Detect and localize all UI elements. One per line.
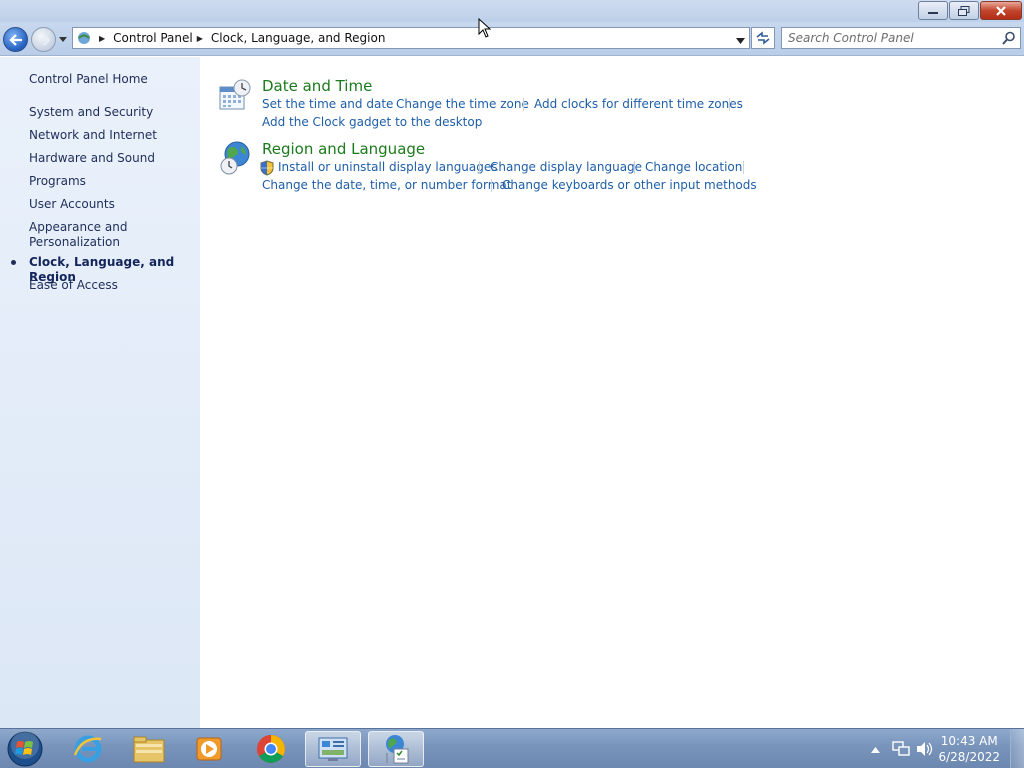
window-titlebar [0, 0, 1024, 22]
clock-date: 6/28/2022 [938, 750, 1000, 764]
forward-arrow-icon [37, 33, 50, 46]
back-button[interactable] [3, 27, 28, 52]
forward-button[interactable] [31, 27, 56, 52]
sidebar: Control Panel Home System and Security N… [0, 57, 200, 728]
back-arrow-icon [8, 33, 22, 46]
task-separator [634, 161, 635, 174]
media-player-icon [196, 737, 222, 761]
sidebar-control-panel-home[interactable]: Control Panel Home [29, 72, 194, 87]
navigation-bar: ▶ Control Panel ▶ Clock, Language, and R… [0, 22, 1024, 56]
uac-shield-icon [260, 160, 274, 179]
sidebar-item-user-accounts[interactable]: User Accounts [29, 197, 194, 212]
taskbar-chrome[interactable] [243, 731, 299, 767]
restore-icon [958, 5, 970, 16]
taskbar-file-explorer[interactable] [121, 731, 177, 767]
chevron-down-icon [59, 36, 67, 42]
show-hidden-icons-button[interactable] [871, 743, 880, 757]
sidebar-item-programs[interactable]: Programs [29, 174, 194, 189]
search-icon[interactable] [1002, 31, 1016, 48]
category-title-date-time[interactable]: Date and Time [262, 77, 372, 95]
sidebar-item-system-security[interactable]: System and Security [29, 105, 194, 120]
globe-clock-icon[interactable] [218, 141, 254, 180]
address-bar[interactable]: ▶ Control Panel ▶ Clock, Language, and R… [72, 27, 750, 49]
close-button[interactable] [980, 1, 1022, 20]
sidebar-item-ease-of-access[interactable]: Ease of Access [29, 278, 194, 293]
control-panel-icon [318, 737, 348, 761]
search-input[interactable] [788, 30, 998, 46]
task-add-clock-gadget[interactable]: Add the Clock gadget to the desktop [262, 115, 482, 129]
chevron-down-icon [736, 38, 745, 44]
taskbar-control-panel[interactable] [305, 731, 361, 767]
task-add-clocks[interactable]: Add clocks for different time zones [534, 97, 743, 111]
category-title-region-language[interactable]: Region and Language [262, 140, 425, 158]
taskbar-media-player[interactable] [181, 731, 237, 767]
main-content: Date and Time Set the time and date Chan… [200, 57, 1024, 728]
file-explorer-icon [133, 736, 165, 763]
refresh-button[interactable] [751, 27, 775, 49]
show-desktop-button[interactable] [1010, 729, 1024, 768]
internet-explorer-icon [73, 735, 102, 763]
task-change-keyboards[interactable]: Change keyboards or other input methods [502, 178, 757, 192]
control-panel-location-icon [73, 28, 95, 48]
window-controls [918, 1, 1022, 20]
mouse-cursor-icon [478, 17, 492, 41]
breadcrumb-separator-icon[interactable]: ▶ [99, 34, 105, 43]
refresh-icon [756, 31, 770, 45]
task-set-time-date[interactable]: Set the time and date [262, 97, 393, 111]
sidebar-item-network-internet[interactable]: Network and Internet [29, 128, 194, 143]
calendar-clock-icon[interactable] [218, 79, 252, 114]
breadcrumb-clock-language-region[interactable]: Clock, Language, and Region [211, 31, 386, 45]
breadcrumb-separator-icon[interactable]: ▶ [197, 34, 203, 43]
task-separator [743, 161, 744, 174]
breadcrumb-control-panel[interactable]: Control Panel [113, 31, 193, 45]
taskbar-clock[interactable]: 10:43 AM 6/28/2022 [938, 733, 1000, 765]
chrome-icon [257, 735, 285, 763]
start-button[interactable] [5, 730, 45, 768]
task-change-time-zone[interactable]: Change the time zone [396, 97, 529, 111]
taskbar-internet-explorer[interactable] [60, 731, 116, 767]
task-change-date-time-number-format[interactable]: Change the date, time, or number format [262, 178, 511, 192]
minimize-icon [928, 11, 938, 14]
task-separator [729, 98, 730, 111]
start-orb-icon [7, 731, 43, 767]
task-change-location[interactable]: Change location [645, 160, 742, 174]
search-box[interactable] [781, 27, 1021, 49]
task-separator [479, 161, 480, 174]
restore-button[interactable] [949, 1, 979, 20]
task-separator [491, 179, 492, 192]
task-separator [523, 98, 524, 111]
current-category-bullet [11, 260, 16, 265]
clock-time: 10:43 AM [940, 734, 998, 748]
sidebar-item-appearance-personalization[interactable]: Appearance and Personalization [29, 220, 139, 250]
task-install-display-languages[interactable]: Install or uninstall display languages [278, 160, 498, 174]
close-icon [996, 5, 1006, 16]
recent-pages-button[interactable] [57, 34, 69, 44]
network-icon[interactable] [892, 741, 910, 760]
taskbar-region-language[interactable] [368, 731, 424, 767]
minimize-button[interactable] [918, 1, 948, 20]
address-dropdown-button[interactable] [736, 33, 745, 47]
sidebar-item-hardware-sound[interactable]: Hardware and Sound [29, 151, 194, 166]
chevron-up-icon [871, 747, 880, 753]
taskbar: 10:43 AM 6/28/2022 [0, 728, 1024, 768]
task-change-display-language[interactable]: Change display language [490, 160, 642, 174]
volume-icon[interactable] [916, 741, 934, 760]
region-language-icon [386, 735, 409, 764]
